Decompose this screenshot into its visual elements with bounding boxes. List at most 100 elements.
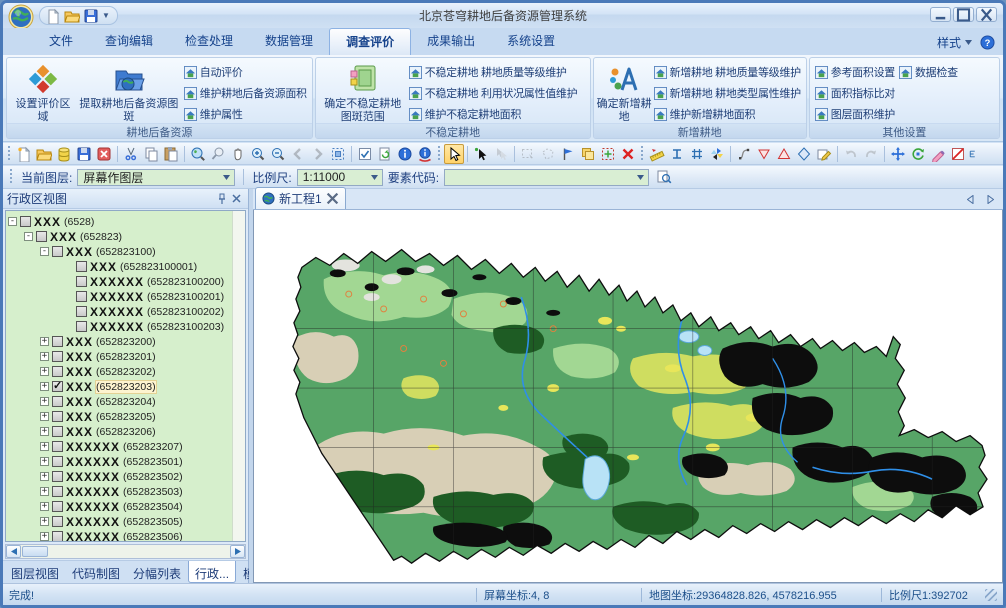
tree-checkbox[interactable] — [52, 411, 63, 422]
redo-button[interactable] — [861, 144, 881, 164]
scrollbar-thumb[interactable] — [22, 546, 48, 557]
extract-reserve-patches-button[interactable]: 提取耕地后备资源图斑 — [76, 60, 182, 122]
tree-row[interactable]: + XXXXXX (652823501) — [6, 454, 245, 469]
toolbar-drag-handle[interactable] — [9, 169, 14, 185]
snap-button[interactable] — [734, 144, 754, 164]
tree-checkbox[interactable] — [52, 486, 63, 497]
ribbon-small-button[interactable]: 维护新增耕地面积 — [652, 105, 803, 123]
point-select-button[interactable] — [471, 144, 491, 164]
rotate-tool-button[interactable] — [908, 144, 928, 164]
measure-distance-button[interactable] — [647, 144, 667, 164]
tree-checkbox[interactable] — [52, 351, 63, 362]
delete-feature-button[interactable] — [618, 144, 638, 164]
ribbon-tab[interactable]: 文件 — [33, 28, 89, 55]
tree-checkbox[interactable] — [52, 336, 63, 347]
copy-feature-button[interactable] — [578, 144, 598, 164]
tree-row[interactable]: + XXXXXX (652823504) — [6, 499, 245, 514]
scroll-right-icon[interactable] — [230, 545, 245, 558]
full-extent-button[interactable] — [328, 144, 348, 164]
tree-row[interactable]: + XXX (652823205) — [6, 409, 245, 424]
tree-horizontal-scrollbar[interactable] — [5, 544, 246, 559]
tree-expander-icon[interactable]: + — [40, 337, 49, 346]
tree-row[interactable]: + XXXXXX (652823506) — [6, 529, 245, 542]
tree-row[interactable]: + XXXXXX (652823505) — [6, 514, 245, 529]
move-feature-button[interactable] — [598, 144, 618, 164]
identify-button[interactable] — [415, 144, 435, 164]
tree-row[interactable]: + XXX (652823206) — [6, 424, 245, 439]
ribbon-small-button[interactable]: 数据检查 — [897, 63, 960, 81]
current-layer-combo[interactable]: 屏幕作图层 — [77, 169, 235, 186]
refresh-button[interactable] — [375, 144, 395, 164]
zoom-globe-button[interactable] — [188, 144, 208, 164]
tree-checkbox[interactable] — [36, 231, 47, 242]
triangle-down-button[interactable] — [754, 144, 774, 164]
tree-row[interactable]: + XXX (652823204) — [6, 394, 245, 409]
tree-expander-icon[interactable]: + — [40, 502, 49, 511]
open-button[interactable] — [34, 144, 54, 164]
tree-row[interactable]: + XXXXXX (652823207) — [6, 439, 245, 454]
tree-checkbox[interactable] — [52, 501, 63, 512]
select-cursor-button[interactable] — [444, 144, 464, 164]
ribbon-tab[interactable]: 查询编辑 — [89, 28, 169, 55]
tree-checkbox[interactable] — [52, 531, 63, 542]
close-button[interactable] — [976, 7, 997, 22]
tree-expander-icon[interactable]: + — [40, 352, 49, 361]
tree-expander-icon[interactable]: + — [40, 442, 49, 451]
next-view-button[interactable] — [308, 144, 328, 164]
zoom-out-button[interactable] — [268, 144, 288, 164]
tree-checkbox[interactable] — [20, 216, 31, 227]
tree-row[interactable]: - XXX (652823100) — [6, 244, 245, 259]
tree-row[interactable]: XXXXXX (652823100202) — [6, 304, 245, 319]
chevron-down-icon[interactable] — [635, 171, 646, 184]
ribbon-small-button[interactable]: 面积指标比对 — [813, 84, 897, 102]
tree-row[interactable]: XXXXXX (652823100203) — [6, 319, 245, 334]
new-document-button[interactable] — [14, 144, 34, 164]
chevron-down-icon[interactable] — [221, 171, 232, 184]
rectangle-select-button[interactable] — [518, 144, 538, 164]
tree-row[interactable]: + XXXXXX (652823502) — [6, 469, 245, 484]
ribbon-tab[interactable]: 系统设置 — [491, 28, 571, 55]
tree-checkbox[interactable] — [52, 246, 63, 257]
save-icon[interactable] — [83, 8, 99, 24]
ribbon-small-button[interactable]: 新增耕地 耕地质量等级维护 — [652, 63, 803, 81]
pan-button[interactable] — [228, 144, 248, 164]
tree-checkbox[interactable] — [52, 381, 63, 392]
define-unstable-patch-extent-button[interactable]: 确定不稳定耕地 图斑范围 — [319, 60, 407, 122]
tree-row[interactable]: + XXX (652823200) — [6, 334, 245, 349]
tab-scroll-right-icon[interactable] — [983, 192, 997, 206]
clip-tool-button[interactable] — [948, 144, 968, 164]
select-check-button[interactable] — [355, 144, 375, 164]
sketch-tool-button[interactable] — [928, 144, 948, 164]
chevron-down-icon[interactable] — [369, 171, 380, 184]
move-tool-button[interactable] — [888, 144, 908, 164]
ribbon-small-button[interactable]: 不稳定耕地 耕地质量等级维护 — [407, 63, 580, 81]
set-evaluation-region-button[interactable]: 设置评价区域 — [10, 60, 76, 122]
tree-expander-icon[interactable]: - — [8, 217, 17, 226]
ribbon-tab[interactable]: 数据管理 — [249, 28, 329, 55]
style-menu-button[interactable]: 样式 — [937, 34, 972, 51]
ribbon-small-button[interactable]: 维护不稳定耕地面积 — [407, 105, 580, 123]
ribbon-tab[interactable]: 成果输出 — [411, 28, 491, 55]
multi-select-button[interactable] — [491, 144, 511, 164]
polygon-select-button[interactable] — [538, 144, 558, 164]
flag-button[interactable] — [558, 144, 578, 164]
tree-checkbox[interactable] — [52, 396, 63, 407]
save-button[interactable] — [74, 144, 94, 164]
define-newland-patch-extent-button[interactable]: 确定新增耕地 图斑范围 — [597, 60, 652, 122]
tree-expander-icon[interactable]: + — [40, 412, 49, 421]
scroll-left-icon[interactable] — [6, 545, 21, 558]
tree-expander-icon[interactable]: - — [24, 232, 33, 241]
tree-expander-icon[interactable]: + — [40, 487, 49, 496]
partial-toolbar-button[interactable] — [968, 144, 977, 164]
pinwheel-button[interactable] — [707, 144, 727, 164]
close-document-button[interactable] — [94, 144, 114, 164]
panel-tab[interactable]: 代码制图 — [66, 561, 126, 583]
panel-tab[interactable]: 图层视图 — [5, 561, 65, 583]
tree-expander-icon[interactable]: + — [40, 382, 49, 391]
zoom-in-button[interactable] — [248, 144, 268, 164]
tree-expander-icon[interactable]: + — [40, 427, 49, 436]
copy-button[interactable] — [141, 144, 161, 164]
app-logo-globe-icon[interactable] — [8, 4, 34, 30]
code-search-button[interactable] — [654, 167, 674, 187]
tree-row[interactable]: + XXXXXX (652823503) — [6, 484, 245, 499]
